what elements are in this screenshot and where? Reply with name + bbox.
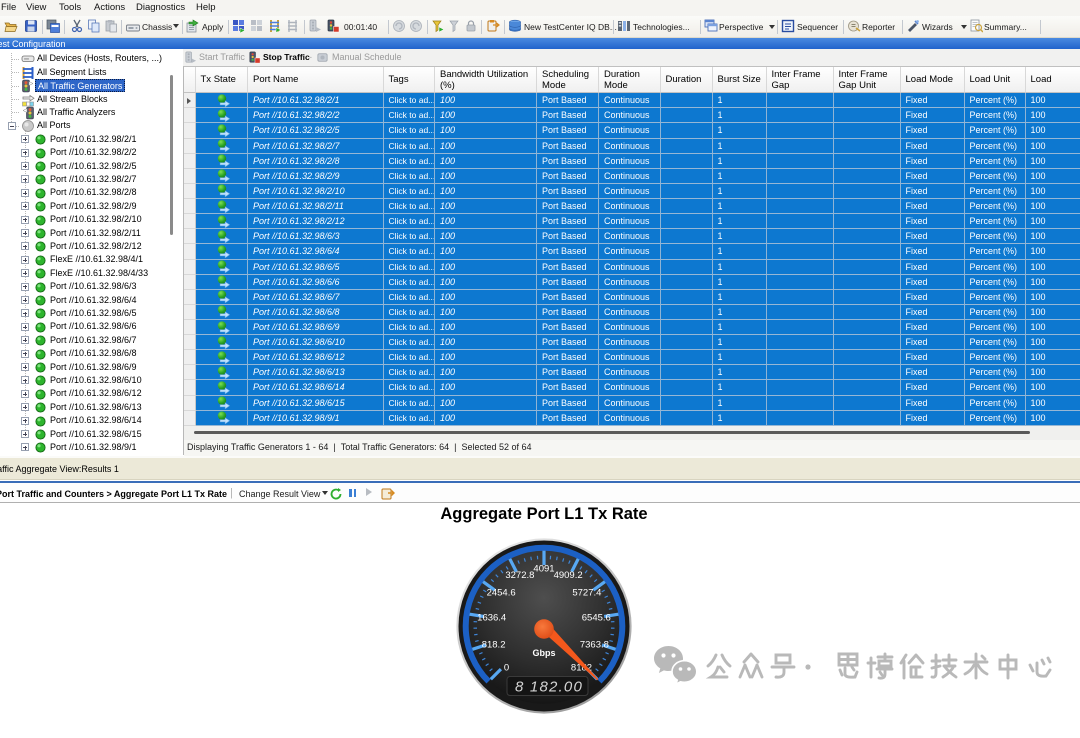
svg-text:5727.4: 5727.4: [572, 588, 601, 599]
svg-text:3272.8: 3272.8: [505, 570, 534, 581]
svg-text:7363.8: 7363.8: [580, 640, 609, 651]
svg-text:6545.6: 6545.6: [582, 613, 611, 624]
svg-text:1636.4: 1636.4: [477, 613, 506, 624]
svg-text:818.2: 818.2: [482, 640, 506, 651]
svg-text:Gbps: Gbps: [532, 648, 555, 658]
svg-text:0: 0: [504, 663, 509, 674]
svg-text:2454.6: 2454.6: [486, 588, 515, 599]
svg-text:4909.2: 4909.2: [553, 570, 582, 581]
svg-text:8 182.00: 8 182.00: [515, 679, 583, 696]
svg-text:4091: 4091: [533, 564, 554, 575]
